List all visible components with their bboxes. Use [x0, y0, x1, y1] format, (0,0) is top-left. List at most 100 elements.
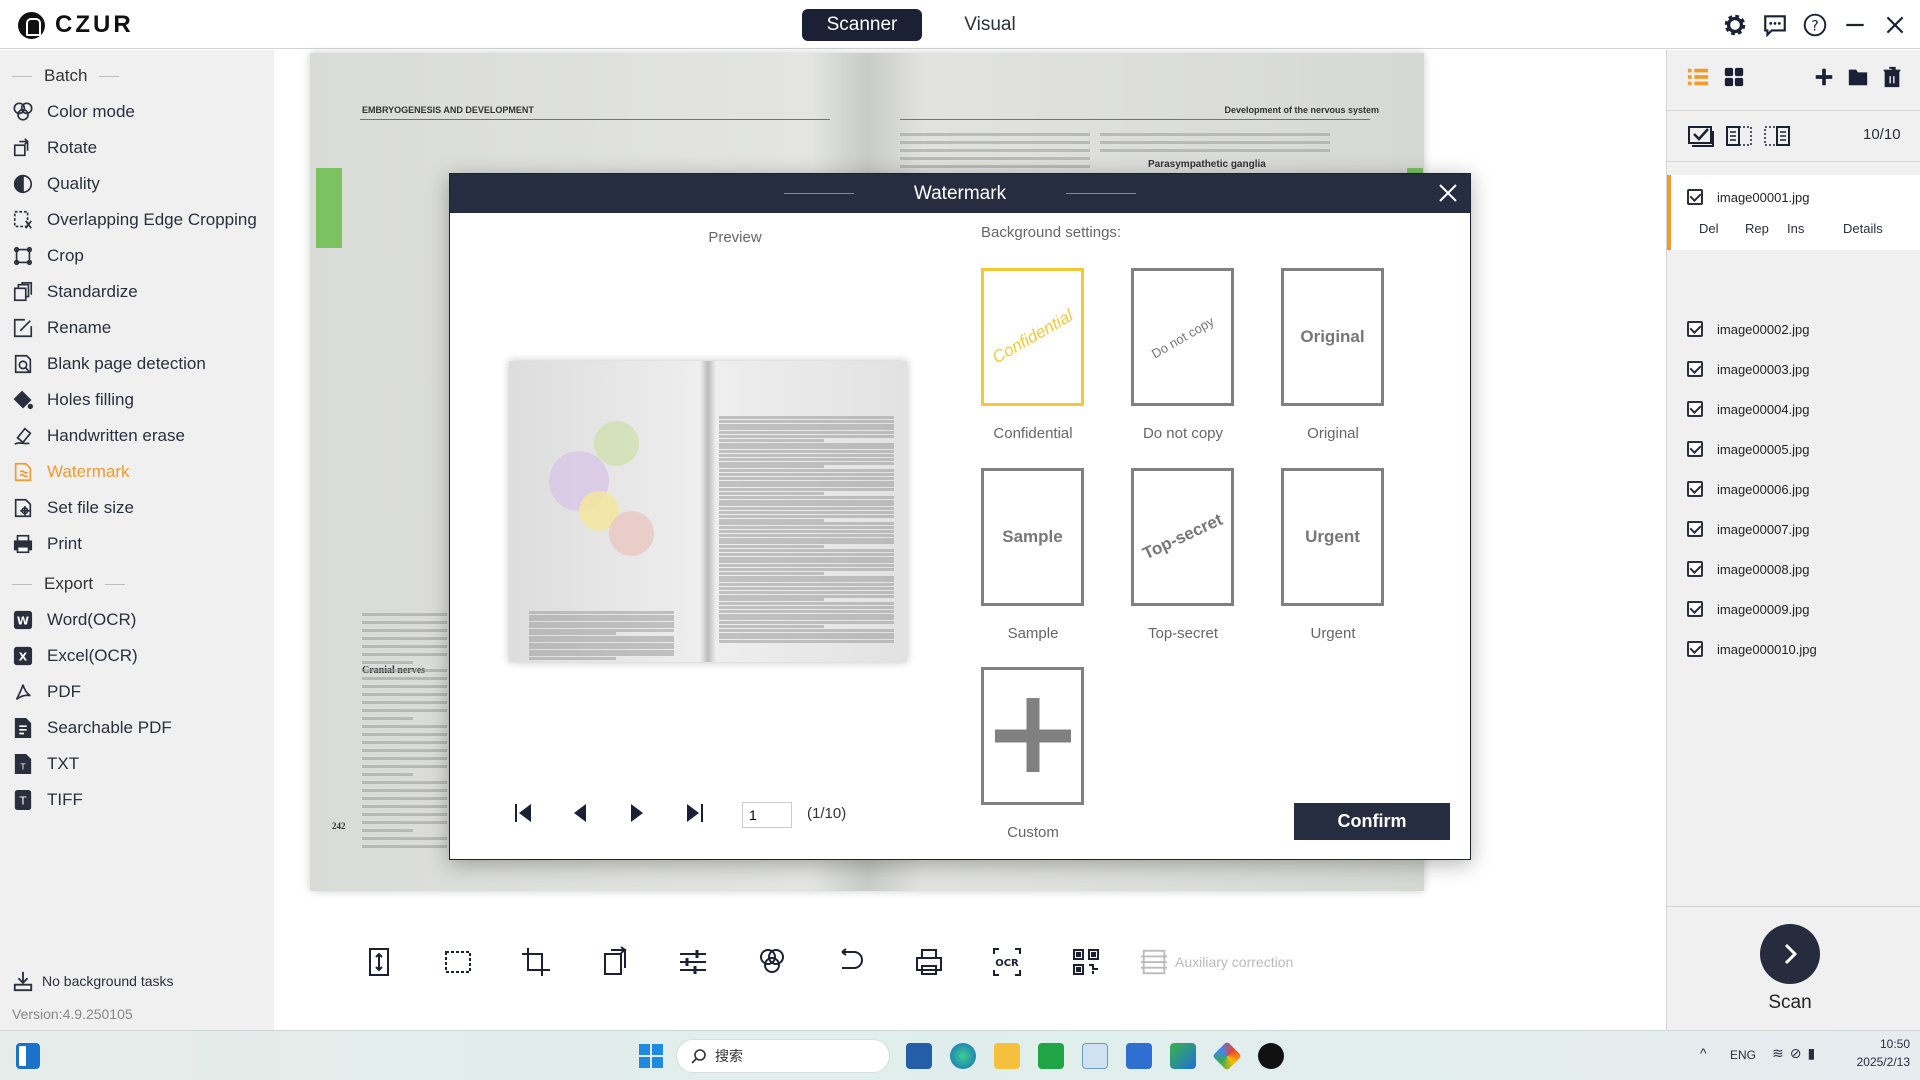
widgets-icon[interactable] — [16, 1043, 40, 1069]
tab-scanner[interactable]: Scanner — [802, 9, 922, 41]
color-mode-tool-button[interactable] — [733, 946, 812, 978]
file-item[interactable]: image00003.jpg — [1687, 361, 1810, 377]
confirm-button[interactable]: Confirm — [1294, 803, 1450, 840]
watermark-option-top-secret[interactable]: Top-secret — [1131, 468, 1234, 606]
file-item[interactable]: image00008.jpg — [1687, 561, 1810, 577]
store-icon[interactable] — [906, 1043, 932, 1069]
sidebar-item-print[interactable]: Print — [12, 529, 82, 559]
sidebar-item-watermark[interactable]: Watermark — [12, 457, 130, 487]
sidebar-item-txt[interactable]: T TXT — [12, 749, 79, 779]
insert-link[interactable]: Ins — [1787, 221, 1843, 236]
clock-date[interactable]: 2025/2/13 — [1846, 1055, 1910, 1069]
sidebar-item-pdf[interactable]: PDF — [12, 677, 81, 707]
page-number-input[interactable] — [742, 802, 792, 828]
tray-chevron-icon[interactable]: ^ — [1700, 1045, 1707, 1061]
file-item[interactable]: image00009.jpg — [1687, 601, 1810, 617]
file-item[interactable]: image00002.jpg — [1687, 321, 1810, 337]
sidebar-item-excel-ocr[interactable]: X Excel(OCR) — [12, 641, 138, 671]
add-icon[interactable] — [1813, 66, 1835, 88]
ocr-tool-button[interactable]: OCR — [968, 946, 1047, 978]
split-tool-button[interactable] — [340, 946, 419, 978]
list-view-icon[interactable] — [1687, 66, 1709, 88]
sidebar-item-tiff[interactable]: T TIFF — [12, 785, 83, 815]
file-checkbox[interactable] — [1687, 481, 1703, 497]
clock-time[interactable]: 10:50 — [1860, 1037, 1910, 1051]
gear-icon[interactable] — [1722, 12, 1748, 38]
select-right-icon[interactable] — [1763, 123, 1791, 149]
language-indicator[interactable]: ENG — [1730, 1048, 1756, 1062]
watermark-option-do-not-copy[interactable]: Do not copy — [1131, 268, 1234, 406]
minimize-icon[interactable] — [1842, 12, 1868, 38]
watermark-option-original[interactable]: Original — [1281, 268, 1384, 406]
sidebar-item-quality[interactable]: Quality — [12, 169, 100, 199]
edge-icon[interactable] — [950, 1043, 976, 1069]
sidebar-item-rotate[interactable]: Rotate — [12, 133, 97, 163]
photos-icon[interactable] — [1082, 1043, 1108, 1069]
previous-page-icon[interactable] — [569, 802, 591, 824]
delete-link[interactable]: Del — [1699, 221, 1745, 236]
file-checkbox[interactable] — [1687, 521, 1703, 537]
taskbar-search[interactable]: 搜索 — [676, 1039, 890, 1073]
qr-code-tool-button[interactable] — [1047, 946, 1126, 978]
file-checkbox[interactable] — [1687, 641, 1703, 657]
sidebar-item-word-ocr[interactable]: W Word(OCR) — [12, 605, 136, 635]
file-item[interactable]: image00007.jpg — [1687, 521, 1810, 537]
sidebar-item-overlapping-edge-cropping[interactable]: Overlapping Edge Cropping — [12, 205, 257, 235]
file-item[interactable]: image00004.jpg — [1687, 401, 1810, 417]
sidebar-item-crop[interactable]: Crop — [12, 241, 84, 271]
chat-icon[interactable] — [1762, 12, 1788, 38]
powershell-icon[interactable] — [1126, 1043, 1152, 1069]
details-link[interactable]: Details — [1843, 221, 1883, 236]
file-explorer-icon[interactable] — [994, 1043, 1020, 1069]
select-left-icon[interactable] — [1725, 123, 1753, 149]
file-item[interactable]: image00006.jpg — [1687, 481, 1810, 497]
file-checkbox[interactable] — [1687, 561, 1703, 577]
close-icon[interactable] — [1436, 181, 1460, 205]
n-app-icon[interactable] — [1170, 1043, 1196, 1069]
auxiliary-correction-button[interactable]: Auxiliary correction — [1139, 947, 1293, 977]
sidebar-item-holes-filling[interactable]: Holes filling — [12, 385, 134, 415]
folder-icon[interactable] — [1847, 66, 1869, 88]
file-item-active[interactable]: image00001.jpg Del Rep Ins Details — [1667, 175, 1920, 250]
help-icon[interactable]: ? — [1802, 12, 1828, 38]
watermark-option-confidential[interactable]: Confidential — [981, 268, 1084, 406]
file-item[interactable]: image000010.jpg — [1687, 641, 1817, 657]
first-page-icon[interactable] — [513, 802, 535, 824]
sidebar-item-rename[interactable]: Rename — [12, 313, 111, 343]
tab-visual[interactable]: Visual — [950, 9, 1030, 41]
last-page-icon[interactable] — [683, 802, 705, 824]
windows-start-icon[interactable] — [638, 1043, 664, 1069]
background-tasks[interactable]: No background tasks — [12, 970, 174, 992]
undo-tool-button[interactable] — [811, 946, 890, 978]
file-checkbox[interactable] — [1687, 321, 1703, 337]
chat-app-icon[interactable] — [1038, 1043, 1064, 1069]
crop-tool-button[interactable] — [497, 946, 576, 978]
file-checkbox[interactable] — [1687, 601, 1703, 617]
file-checkbox[interactable] — [1687, 401, 1703, 417]
watermark-option-urgent[interactable]: Urgent — [1281, 468, 1384, 606]
rotate-tool-button[interactable] — [576, 946, 655, 978]
next-page-icon[interactable] — [626, 802, 648, 824]
sidebar-item-standardize[interactable]: Standardize — [12, 277, 138, 307]
select-tool-button[interactable] — [419, 946, 498, 978]
sidebar-item-handwritten-erase[interactable]: Handwritten erase — [12, 421, 185, 451]
select-all-icon[interactable] — [1687, 123, 1715, 149]
sidebar-item-blank-page-detection[interactable]: Blank page detection — [12, 349, 206, 379]
gem-app-icon[interactable] — [1212, 1041, 1242, 1071]
replace-link[interactable]: Rep — [1745, 221, 1787, 236]
sidebar-item-set-file-size[interactable]: Set file size — [12, 493, 134, 523]
trash-icon[interactable] — [1881, 66, 1903, 88]
network-volume-battery-icon[interactable]: ≋⊘▮ — [1772, 1045, 1821, 1062]
sidebar-item-searchable-pdf[interactable]: Searchable PDF — [12, 713, 172, 743]
czur-taskbar-icon[interactable] — [1258, 1043, 1284, 1069]
watermark-option-sample[interactable]: Sample — [981, 468, 1084, 606]
file-checkbox[interactable] — [1687, 441, 1703, 457]
sidebar-item-color-mode[interactable]: Color mode — [12, 97, 135, 127]
scan-button[interactable] — [1760, 924, 1820, 984]
file-checkbox[interactable] — [1687, 189, 1703, 205]
watermark-option-custom[interactable] — [981, 667, 1084, 805]
close-icon[interactable] — [1882, 12, 1908, 38]
file-item[interactable]: image00005.jpg — [1687, 441, 1810, 457]
grid-view-icon[interactable] — [1723, 66, 1745, 88]
adjust-tool-button[interactable] — [654, 946, 733, 978]
